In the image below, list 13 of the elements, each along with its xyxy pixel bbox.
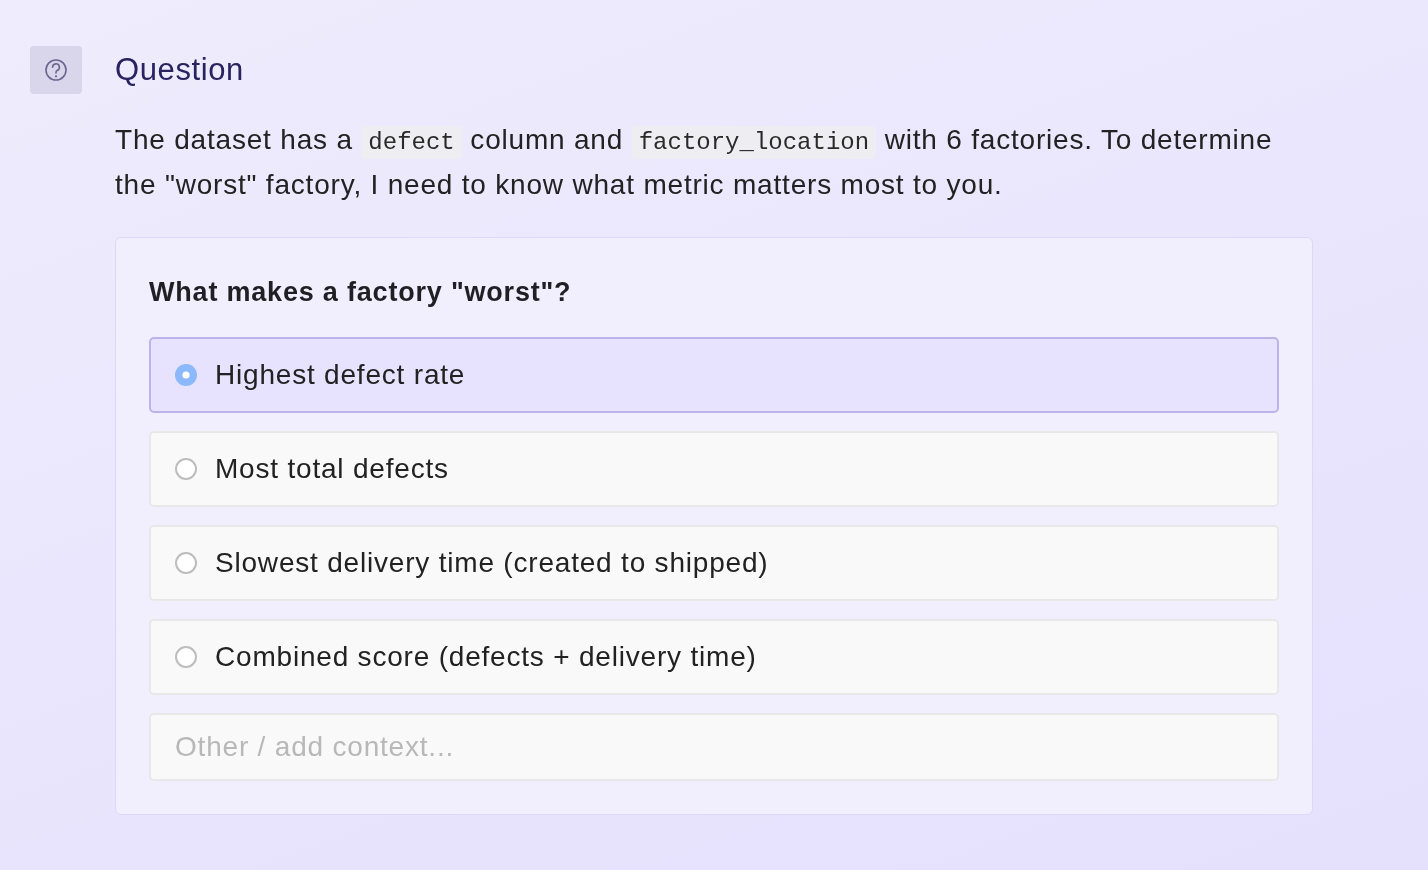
question-description: The dataset has a defect column and factory_location with 6 factories. To determine the "worst" factory, I need to know what metric matters most to you. (115, 123, 1274, 202)
question-title: Question (115, 52, 244, 88)
answer-option[interactable]: Slowest delivery time (created to shipped) (149, 525, 1279, 601)
other-input[interactable]: Other / add context... (149, 713, 1279, 781)
help-icon (30, 46, 82, 94)
radio-icon[interactable] (175, 646, 197, 668)
radio-icon[interactable] (175, 458, 197, 480)
radio-icon[interactable] (175, 364, 197, 386)
answer-option[interactable]: Combined score (defects + delivery time) (149, 619, 1279, 695)
answer-option[interactable]: Most total defects (149, 431, 1279, 507)
radio-icon[interactable] (175, 552, 197, 574)
question-prompt: What makes a factory "worst"? (149, 276, 572, 308)
answer-option[interactable]: Highest defect rate (149, 337, 1279, 413)
